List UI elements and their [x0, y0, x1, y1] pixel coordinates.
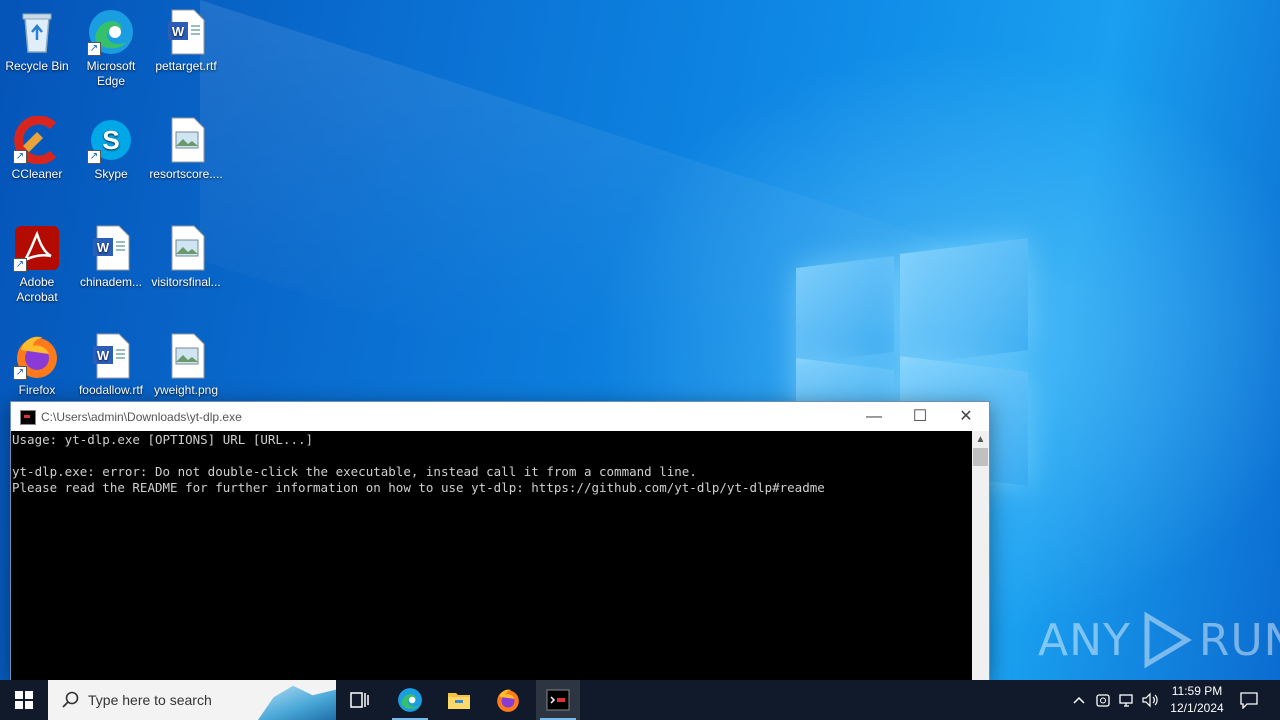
svg-text:W: W — [172, 24, 185, 39]
svg-text:S: S — [102, 125, 119, 155]
taskbar-file-explorer-button[interactable] — [437, 680, 481, 720]
notification-icon — [1240, 692, 1258, 709]
acrobat-icon: ↗ — [13, 224, 61, 272]
windows-logo-icon — [15, 691, 33, 709]
desktop-icon-label: pettarget.rtf — [155, 59, 217, 73]
window-title: C:\Users\admin\Downloads\yt-dlp.exe — [41, 410, 242, 424]
edge-icon: ↗ — [87, 8, 135, 56]
tray-meet-now-button[interactable] — [1092, 680, 1114, 720]
recycle-bin-icon — [13, 8, 61, 56]
shortcut-arrow-icon: ↗ — [13, 258, 27, 272]
svg-text:W: W — [97, 240, 110, 255]
shortcut-arrow-icon: ↗ — [13, 366, 27, 380]
taskbar-search-box[interactable]: Type here to search — [48, 680, 336, 720]
desktop-icon-adobe-acrobat[interactable]: ↗ Adobe Acrobat — [0, 220, 74, 305]
desktop-icon-label: chinadem... — [79, 275, 143, 289]
desktop-icon-label: foodallow.rtf — [78, 383, 144, 397]
desktop-icon-firefox[interactable]: ↗ Firefox — [0, 328, 74, 398]
yt-dlp-console-icon — [546, 689, 570, 711]
maximize-button[interactable]: ☐ — [897, 402, 943, 431]
desktop-icon-label: Firefox — [18, 383, 56, 397]
minimize-button[interactable]: — — [851, 402, 897, 431]
desktop-icon-pettarget[interactable]: W pettarget.rtf — [149, 4, 223, 74]
clock-date: 12/1/2024 — [1170, 701, 1224, 715]
file-explorer-icon — [448, 693, 470, 709]
taskbar-edge-button[interactable] — [388, 680, 432, 720]
task-view-icon — [350, 692, 369, 708]
console-line: yt-dlp.exe: error: Do not double-click t… — [12, 464, 697, 479]
edge-icon — [398, 688, 422, 712]
watermark-text-left: ANY — [1038, 614, 1131, 666]
word-document-icon: W — [87, 332, 135, 380]
desktop-icon-label: yweight.png — [153, 383, 219, 397]
taskbar-console-button[interactable] — [536, 680, 580, 720]
meet-now-icon — [1096, 694, 1110, 707]
show-hidden-icons-button[interactable] — [1068, 680, 1090, 720]
desktop-icon-skype[interactable]: S ↗ Skype — [74, 112, 148, 182]
desktop-icon-visitorsfinal[interactable]: visitorsfinal... — [149, 220, 223, 290]
speaker-icon — [1142, 692, 1158, 708]
desktop-icon-label: Recycle Bin — [5, 59, 69, 73]
image-file-icon — [162, 224, 210, 272]
image-file-icon — [162, 332, 210, 380]
skype-icon: S ↗ — [87, 116, 135, 164]
desktop-icon-label: Microsoft Edge — [86, 59, 136, 88]
console-app-icon — [20, 410, 36, 425]
shortcut-arrow-icon: ↗ — [87, 150, 101, 164]
task-view-button[interactable] — [338, 680, 382, 720]
svg-text:W: W — [97, 348, 110, 363]
watermark-text-right: RUN — [1198, 614, 1280, 666]
console-titlebar[interactable]: C:\Users\admin\Downloads\yt-dlp.exe — ☐ … — [11, 402, 989, 431]
console-line: Please read the README for further infor… — [12, 480, 825, 495]
taskbar-firefox-button[interactable] — [486, 680, 530, 720]
taskbar-clock[interactable]: 11:59 PM 12/1/2024 — [1160, 683, 1234, 717]
image-file-icon — [162, 116, 210, 164]
network-icon — [1119, 694, 1133, 707]
desktop-icon-microsoft-edge[interactable]: ↗ Microsoft Edge — [74, 4, 148, 89]
firefox-icon — [497, 689, 519, 712]
desktop-icon-ccleaner[interactable]: ↗ CCleaner — [0, 112, 74, 182]
scroll-up-arrow-icon[interactable]: ▲ — [972, 431, 989, 448]
close-button[interactable]: ✕ — [943, 402, 989, 431]
desktop: Recycle Bin ↗ Microsoft Edge W pettarget… — [0, 0, 1280, 680]
firefox-icon: ↗ — [13, 332, 61, 380]
shortcut-arrow-icon: ↗ — [87, 42, 101, 56]
start-button[interactable] — [0, 680, 48, 720]
desktop-icon-label: Skype — [94, 167, 128, 181]
search-placeholder: Type here to search — [88, 692, 212, 708]
clock-time: 11:59 PM — [1171, 684, 1223, 698]
desktop-icon-chinadem[interactable]: W chinadem... — [74, 220, 148, 290]
console-window[interactable]: C:\Users\admin\Downloads\yt-dlp.exe — ☐ … — [10, 401, 990, 680]
shortcut-arrow-icon: ↗ — [13, 150, 27, 164]
taskbar: Type here to search 11:59 PM 12/1/2024 — [0, 680, 1280, 720]
desktop-icon-yweight[interactable]: yweight.png — [149, 328, 223, 398]
desktop-icon-label: resortscore.... — [149, 167, 223, 181]
scrollbar-thumb[interactable] — [973, 448, 988, 466]
vertical-scrollbar[interactable]: ▲ — [972, 431, 989, 680]
console-output[interactable]: Usage: yt-dlp.exe [OPTIONS] URL [URL...]… — [11, 431, 972, 680]
action-center-button[interactable] — [1236, 680, 1262, 720]
console-line: Usage: yt-dlp.exe [OPTIONS] URL [URL...] — [12, 432, 314, 447]
play-icon — [1144, 611, 1192, 669]
ccleaner-icon: ↗ — [13, 115, 61, 165]
word-document-icon: W — [162, 8, 210, 56]
tray-network-button[interactable] — [1116, 680, 1138, 720]
chevron-up-icon — [1073, 696, 1085, 704]
tray-volume-button[interactable] — [1140, 680, 1162, 720]
search-highlight-image — [258, 685, 336, 720]
anyrun-watermark: ANY RUN — [1038, 610, 1280, 670]
desktop-icon-recycle-bin[interactable]: Recycle Bin — [0, 4, 74, 74]
console-line: ​ — [12, 448, 972, 464]
desktop-icon-label: CCleaner — [11, 167, 63, 181]
search-icon — [62, 691, 79, 708]
desktop-icon-label: visitorsfinal... — [151, 275, 221, 289]
desktop-icon-foodallow[interactable]: W foodallow.rtf — [74, 328, 148, 398]
desktop-icon-label: Adobe Acrobat — [16, 275, 58, 304]
desktop-icon-resortscore[interactable]: resortscore.... — [149, 112, 223, 182]
word-document-icon: W — [87, 224, 135, 272]
